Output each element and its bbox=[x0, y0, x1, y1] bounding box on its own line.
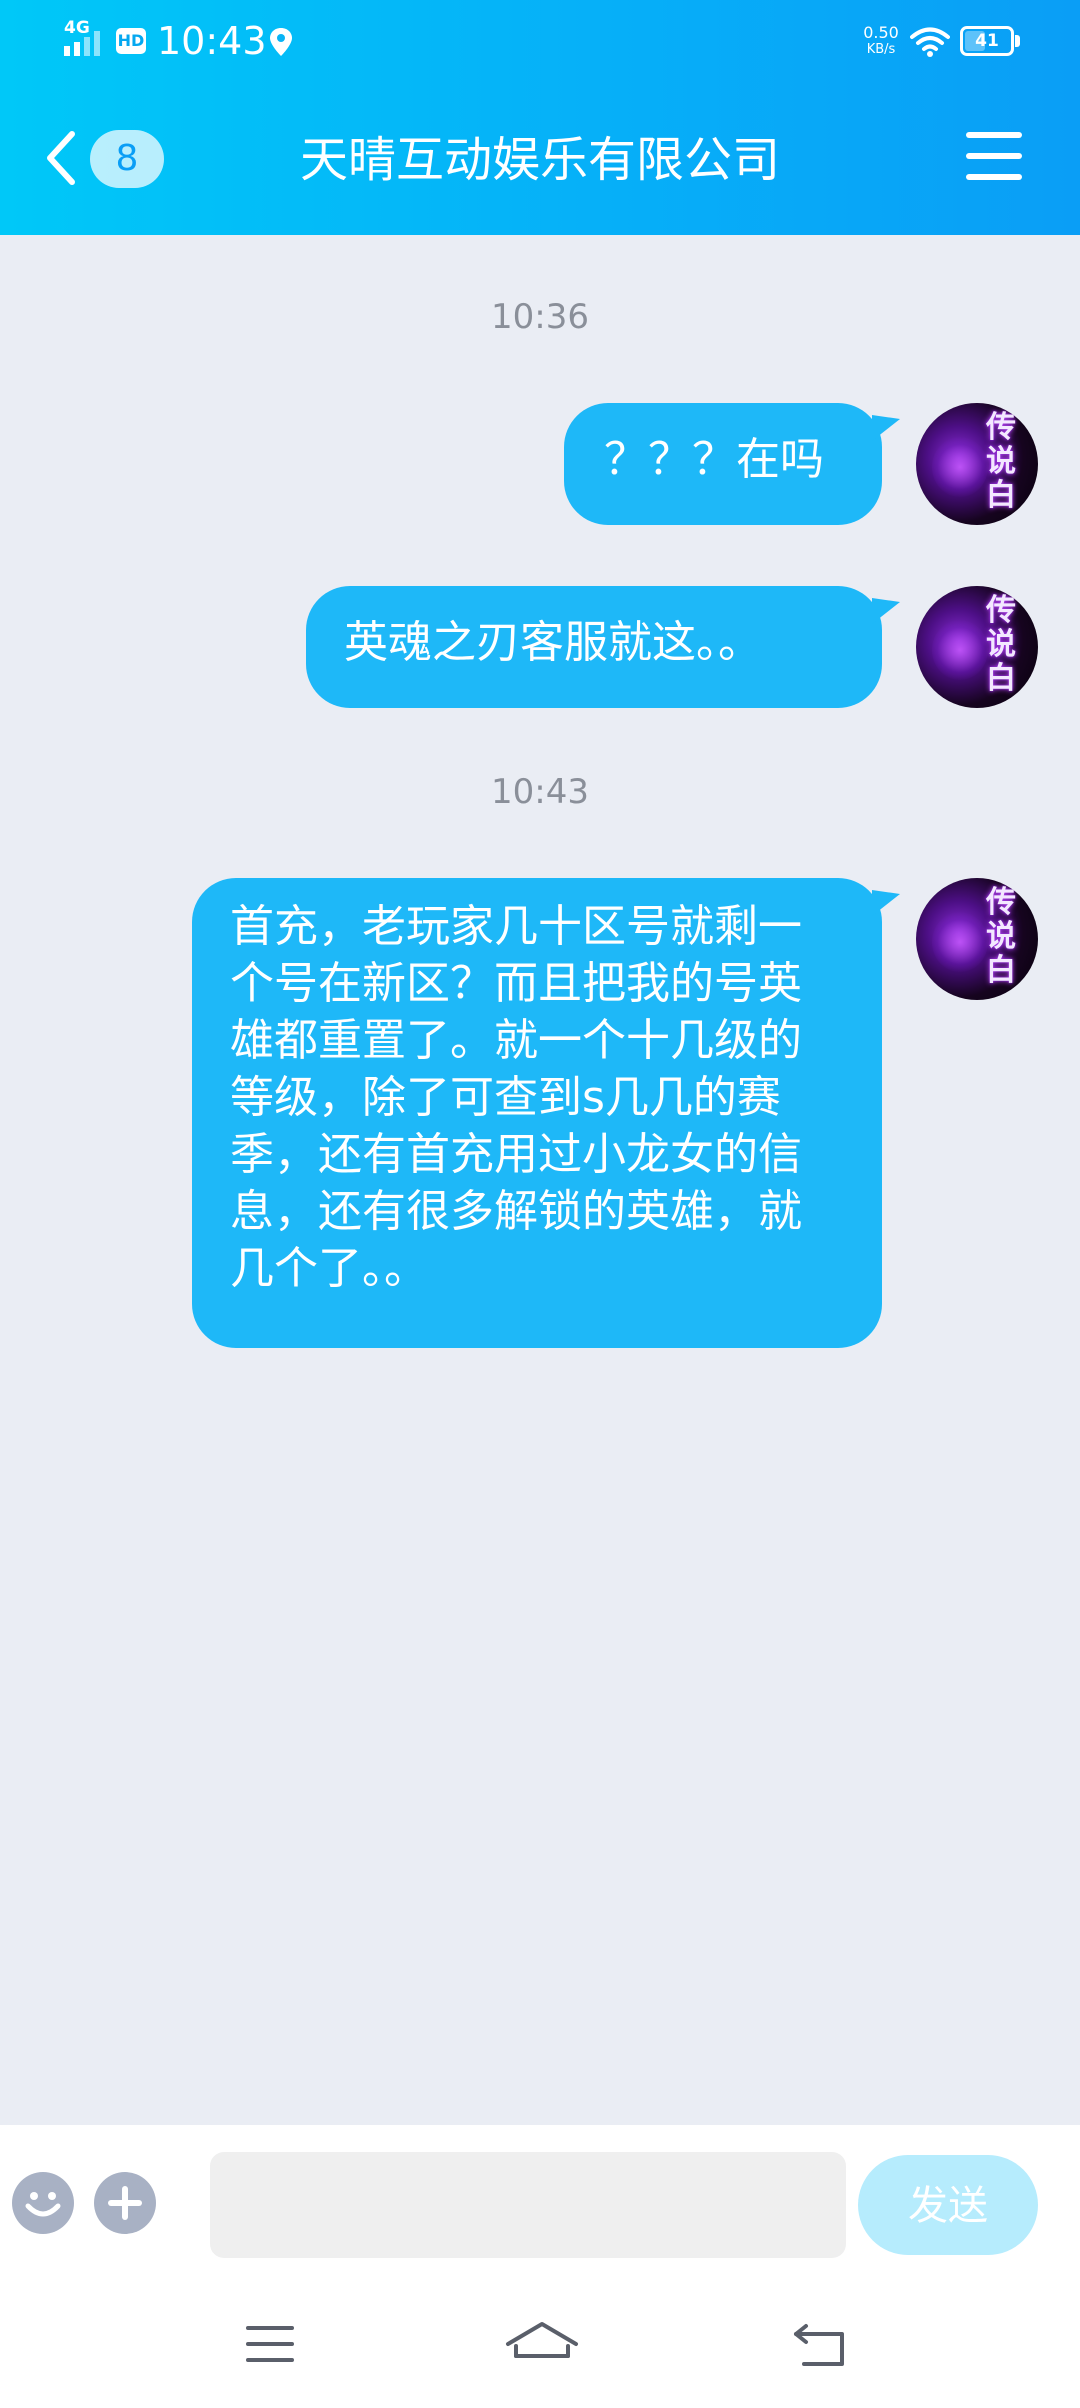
network-speed: 0.50 KB/s bbox=[856, 24, 906, 58]
wifi-icon bbox=[910, 27, 950, 57]
message-bubble[interactable]: 英魂之刃客服就这。。 bbox=[306, 586, 882, 708]
avatar-text: 传说白 bbox=[986, 410, 1016, 513]
battery-level: 41 bbox=[975, 31, 999, 51]
chat-header: 4G HD 10:43 0.50 KB/s 41 8 天晴互动娱乐有限公司 bbox=[0, 0, 1080, 235]
bubble-tail bbox=[872, 415, 900, 441]
plus-icon bbox=[108, 2186, 142, 2220]
status-bar: 4G HD 10:43 0.50 KB/s 41 bbox=[0, 0, 1080, 82]
chat-title: 天晴互动娱乐有限公司 bbox=[299, 132, 780, 188]
location-icon bbox=[270, 28, 292, 56]
avatar[interactable]: 传说白 bbox=[916, 878, 1038, 1000]
message-row: 首充，老玩家几十区号就剩一个号在新区？而且把我的号英雄都重置了。就一个十几级的等… bbox=[0, 878, 1080, 1348]
hamburger-icon-line-1 bbox=[966, 132, 1022, 138]
message-row: ？？？在吗 传说白 bbox=[0, 403, 1080, 525]
message-bubble[interactable]: 首充，老玩家几十区号就剩一个号在新区？而且把我的号英雄都重置了。就一个十几级的等… bbox=[192, 878, 882, 1348]
timestamp: 10:36 bbox=[491, 297, 589, 337]
hamburger-icon-line-2 bbox=[966, 153, 1022, 159]
message-input[interactable] bbox=[210, 2152, 846, 2258]
avatar[interactable]: 传说白 bbox=[916, 403, 1038, 525]
plus-button[interactable] bbox=[94, 2172, 156, 2234]
bubble-tail bbox=[872, 890, 900, 916]
network-speed-value: 0.50 bbox=[863, 23, 899, 42]
back-button[interactable] bbox=[36, 122, 88, 194]
menu-lines-icon[interactable] bbox=[238, 2318, 302, 2374]
back-arrow-icon[interactable] bbox=[790, 2318, 854, 2374]
network-speed-unit: KB/s bbox=[866, 42, 896, 57]
avatar-text: 传说白 bbox=[986, 885, 1016, 988]
timestamp: 10:43 bbox=[491, 772, 589, 812]
home-icon[interactable] bbox=[502, 2318, 582, 2374]
message-row: 英魂之刃客服就这。。 传说白 bbox=[0, 586, 1080, 708]
menu-button[interactable] bbox=[966, 130, 1022, 182]
bubble-tail bbox=[872, 598, 900, 624]
avatar[interactable]: 传说白 bbox=[916, 586, 1038, 708]
battery-icon: 41 bbox=[960, 26, 1014, 56]
signal-icon bbox=[64, 31, 100, 56]
hd-icon: HD bbox=[116, 28, 146, 54]
emoji-button[interactable] bbox=[12, 2172, 74, 2234]
smiley-icon bbox=[25, 2192, 61, 2217]
unread-badge[interactable]: 8 bbox=[90, 130, 164, 188]
avatar-text: 传说白 bbox=[986, 593, 1016, 696]
message-bubble[interactable]: ？？？在吗 bbox=[564, 403, 882, 525]
hamburger-icon-line-3 bbox=[966, 174, 1022, 180]
battery-cap bbox=[1015, 35, 1020, 47]
message-list[interactable]: 10:36 ？？？在吗 传说白 英魂之刃客服就这。。 传说白 10:43 首充，… bbox=[0, 235, 1080, 2125]
status-time: 10:43 bbox=[157, 19, 267, 63]
send-button[interactable]: 发送 bbox=[858, 2155, 1038, 2255]
